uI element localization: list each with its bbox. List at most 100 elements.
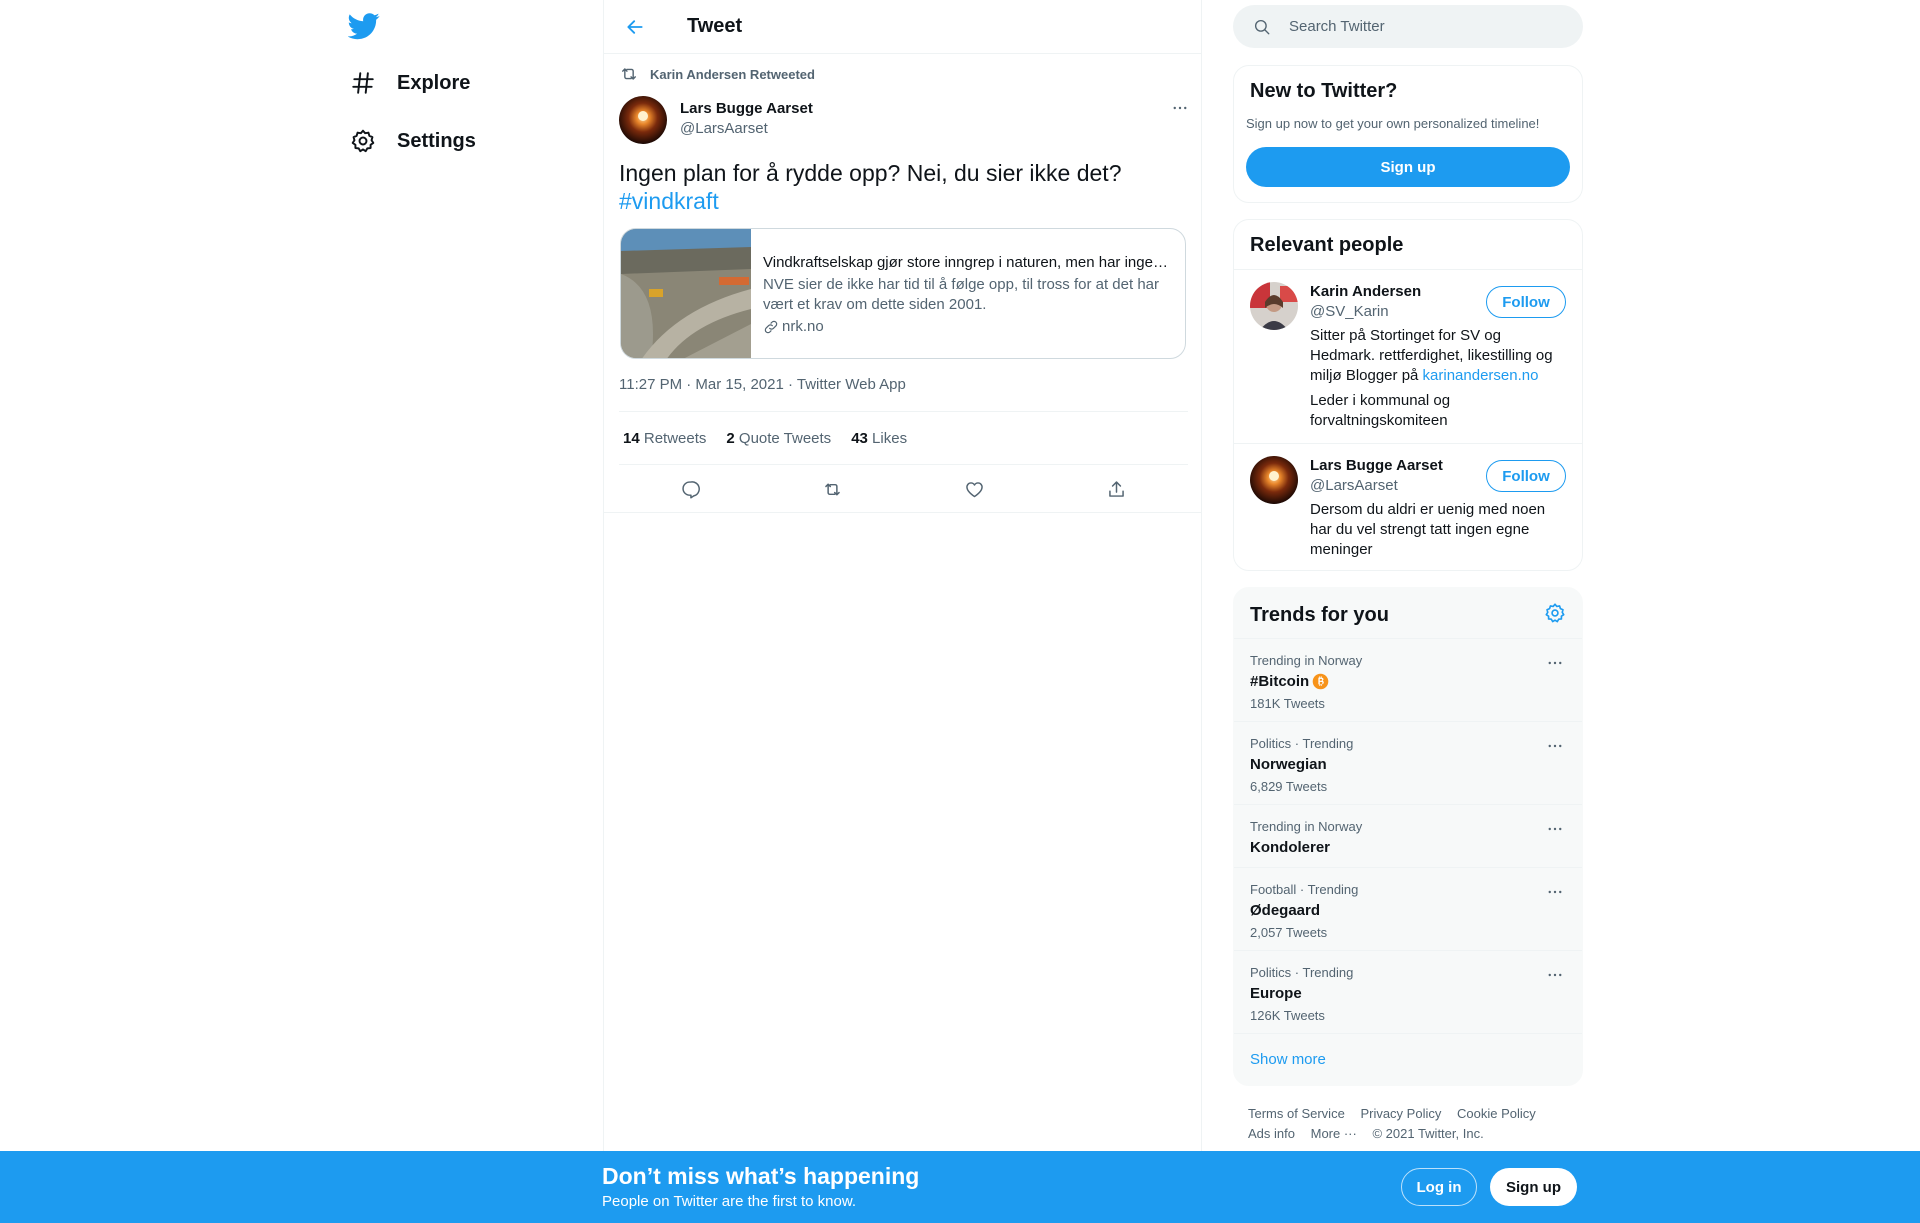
reply-icon [680, 479, 701, 500]
trends-card: Trends for you Trending in Norway #Bitco… [1233, 587, 1583, 1086]
trend-count: 6,829 Tweets [1250, 779, 1328, 794]
stat-label: Likes [872, 429, 908, 447]
bitcoin-icon [1309, 673, 1329, 690]
link-preview-card[interactable]: Vindkraftselskap gjør store inngrep i na… [620, 228, 1186, 359]
trend-count: 181K Tweets [1250, 696, 1325, 711]
relevant-people-card: Relevant people Karin Andersen @SV_Karin… [1233, 219, 1583, 571]
tweet-timestamp[interactable]: 11:27 PM · Mar 15, 2021 · Twitter Web Ap… [619, 376, 906, 393]
like-button[interactable] [957, 471, 993, 507]
person-name[interactable]: Karin Andersen [1310, 283, 1421, 300]
more-dots-icon [1546, 654, 1564, 672]
tweet-more-button[interactable] [1165, 96, 1195, 120]
stat-label: Retweets [643, 429, 707, 447]
trend-item[interactable]: Trending in Norway Kondolerer [1234, 804, 1582, 867]
trend-name-text: #Bitcoin [1250, 673, 1310, 690]
trend-name: Europe [1250, 985, 1302, 1002]
retweet-icon [822, 479, 843, 500]
trend-more-button[interactable] [1540, 963, 1570, 987]
privacy-link[interactable]: Privacy Policy [1360, 1106, 1441, 1121]
card-title: Trends for you [1250, 604, 1389, 626]
link-card-body: Vindkraftselskap gjør store inngrep i na… [751, 229, 1185, 358]
ads-info-link[interactable]: Ads info [1248, 1126, 1295, 1141]
trend-count: 2,057 Tweets [1250, 925, 1328, 940]
share-button[interactable] [1099, 471, 1135, 507]
stat-likes[interactable]: 43 Likes [851, 430, 907, 447]
stat-quote-tweets[interactable]: 2 Quote Tweets [726, 430, 831, 447]
stat-count: 43 [851, 429, 868, 447]
person-bio: Sitter på Stortinget for SV og Hedmark. … [1310, 326, 1560, 386]
more-dots-icon [1546, 737, 1564, 755]
stat-retweets[interactable]: 14 Retweets [623, 430, 706, 447]
author-name[interactable]: Lars Bugge Aarset [680, 100, 813, 117]
stat-count: 2 [726, 429, 735, 447]
share-icon [1106, 479, 1127, 500]
copyright: © 2021 Twitter, Inc. [1372, 1126, 1484, 1141]
heart-icon [964, 479, 985, 500]
trend-more-button[interactable] [1540, 817, 1570, 841]
trend-name: Norwegian [1250, 756, 1327, 773]
gear-icon [1544, 602, 1570, 624]
trend-meta: Football · Trending [1250, 882, 1359, 897]
more-dots-icon [1546, 966, 1564, 984]
person-name[interactable]: Lars Bugge Aarset [1310, 457, 1443, 474]
follow-button[interactable]: Follow [1486, 460, 1566, 492]
hashtag-link[interactable]: #vindkraft [619, 188, 719, 214]
link-card-domain: nrk.no [763, 317, 1174, 337]
trend-item[interactable]: Politics · Trending Norwegian 6,829 Twee… [1234, 721, 1582, 804]
banner-title: Don’t miss what’s happening [602, 1163, 920, 1189]
trend-meta: Trending in Norway [1250, 653, 1363, 668]
hashtag-icon [350, 70, 376, 96]
terms-link[interactable]: Terms of Service [1248, 1106, 1345, 1121]
trend-more-button[interactable] [1540, 734, 1570, 758]
retweeted-by-label[interactable]: Karin Andersen Retweeted [650, 67, 815, 82]
reply-button[interactable] [672, 471, 708, 507]
trends-settings-button[interactable] [1544, 602, 1570, 628]
person-avatar[interactable] [1250, 282, 1298, 330]
nav-item-label: Explore [397, 71, 471, 94]
author-avatar[interactable] [619, 96, 667, 144]
stat-label: Quote Tweets [738, 429, 832, 447]
more-link[interactable]: More ··· [1311, 1126, 1357, 1141]
follow-button[interactable]: Follow [1486, 286, 1566, 318]
person-avatar[interactable] [1250, 456, 1298, 504]
card-title: Relevant people [1250, 234, 1404, 256]
link-card-description: NVE sier de ikke har tid til å følge opp… [763, 276, 1160, 313]
trend-item[interactable]: Football · Trending Ødegaard 2,057 Tweet… [1234, 867, 1582, 950]
tweet-actions [619, 465, 1188, 513]
banner-sign-up-button[interactable]: Sign up [1490, 1168, 1577, 1206]
person-item[interactable]: Karin Andersen @SV_Karin Follow Sitter p… [1234, 269, 1582, 443]
trend-item[interactable]: Politics · Trending Europe 126K Tweets [1234, 950, 1582, 1033]
retweet-icon [619, 64, 639, 84]
link-card-title: Vindkraftselskap gjør store inngrep i na… [763, 254, 1174, 271]
person-item[interactable]: Lars Bugge Aarset @LarsAarset Follow Der… [1234, 443, 1582, 570]
trend-item[interactable]: Trending in Norway #Bitcoin 181K Tweets [1234, 638, 1582, 721]
person-handle[interactable]: @SV_Karin [1310, 303, 1389, 320]
nav-item-explore[interactable]: Explore [350, 61, 470, 105]
trend-more-button[interactable] [1540, 880, 1570, 904]
gear-icon [350, 128, 376, 154]
author-handle[interactable]: @LarsAarset [680, 120, 768, 137]
arrow-left-icon [625, 17, 645, 37]
nav-item-settings[interactable]: Settings [350, 119, 476, 163]
signup-banner: Don’t miss what’s happening People on Tw… [0, 1151, 1920, 1223]
sign-up-button[interactable]: Sign up [1246, 147, 1570, 187]
trend-meta: Trending in Norway [1250, 819, 1363, 834]
cookie-link[interactable]: Cookie Policy [1457, 1106, 1536, 1121]
trend-meta: Politics · Trending [1250, 736, 1354, 751]
card-subtitle: Sign up now to get your own personalized… [1246, 116, 1540, 131]
bio-link[interactable]: karinandersen.no [1423, 367, 1539, 384]
trend-name: #Bitcoin [1250, 673, 1329, 690]
trend-meta: Politics · Trending [1250, 965, 1354, 980]
trend-more-button[interactable] [1540, 651, 1570, 675]
log-in-button[interactable]: Log in [1401, 1168, 1477, 1206]
back-button[interactable] [617, 9, 653, 45]
retweet-button[interactable] [814, 471, 850, 507]
twitter-bird-icon[interactable] [348, 10, 382, 44]
person-handle[interactable]: @LarsAarset [1310, 477, 1398, 494]
footer-links: Terms of Service Privacy Policy Cookie P… [1248, 1104, 1578, 1144]
search-input[interactable] [1289, 18, 1549, 35]
show-more-link[interactable]: Show more [1250, 1051, 1326, 1068]
retweet-context: Karin Andersen Retweeted [619, 64, 815, 84]
tweet-stats: 14 Retweets 2 Quote Tweets 43 Likes [619, 411, 1188, 465]
domain-text: nrk.no [782, 318, 824, 335]
